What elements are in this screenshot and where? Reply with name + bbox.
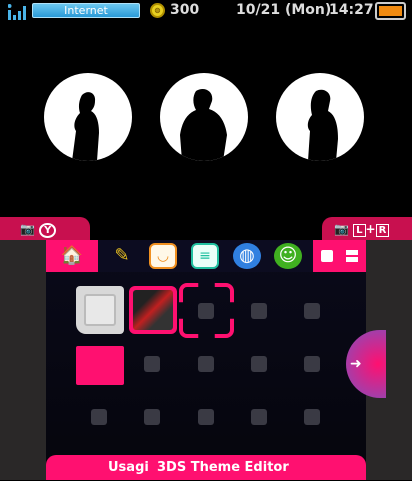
face-icon[interactable]: ◡ — [149, 243, 177, 269]
empty-slot[interactable] — [91, 409, 107, 425]
connection-status: Internet — [32, 3, 140, 18]
l-button-label: L — [353, 224, 366, 237]
clock: 14:27 — [329, 2, 374, 18]
silhouette-2 — [160, 73, 248, 161]
app-title: 3DS Theme Editor — [157, 460, 289, 475]
coin-count: 300 — [170, 2, 200, 18]
notes-icon[interactable]: ✎ — [108, 243, 136, 269]
empty-slot[interactable] — [144, 409, 160, 425]
empty-slot[interactable] — [251, 409, 267, 425]
empty-slot[interactable] — [144, 356, 160, 372]
empty-slot[interactable] — [304, 356, 320, 372]
r-button-label: R — [375, 224, 390, 237]
home-settings-icon[interactable]: 🏠 — [46, 240, 98, 272]
left-border — [0, 240, 46, 480]
user-name: Usagi — [108, 460, 149, 475]
folder[interactable] — [76, 346, 124, 385]
view-toggle[interactable] — [313, 240, 366, 272]
grid-view-icon[interactable] — [346, 250, 358, 262]
plus-label: + — [365, 222, 376, 236]
large-view-icon[interactable] — [321, 250, 333, 262]
y-button-label: Y — [39, 223, 57, 238]
signal-icon — [8, 4, 26, 20]
date: 10/21 (Mon) — [236, 2, 332, 18]
silhouette-3 — [276, 73, 364, 161]
friends-icon[interactable]: ☺ — [274, 243, 302, 269]
status-bar: Internet ⊜ 300 10/21 (Mon) 14:27 — [0, 0, 412, 24]
chat-icon[interactable]: ≡ — [191, 243, 219, 269]
globe-icon[interactable]: ◍ — [233, 243, 261, 269]
play-coin-icon: ⊜ — [150, 3, 165, 18]
empty-slot[interactable] — [198, 409, 214, 425]
photo-app[interactable] — [129, 286, 177, 334]
bottom-bar: Usagi 3DS Theme Editor — [46, 455, 366, 480]
empty-slot[interactable] — [198, 303, 214, 319]
empty-slot[interactable] — [198, 356, 214, 372]
battery-icon — [375, 2, 406, 20]
empty-slot[interactable] — [304, 303, 320, 319]
game-card[interactable] — [76, 286, 124, 334]
silhouette-1 — [44, 73, 132, 161]
camera-lr-tab[interactable]: 📷 L + R — [322, 217, 412, 241]
empty-slot[interactable] — [251, 356, 267, 372]
empty-slot[interactable] — [251, 303, 267, 319]
camera-shortcut-tab[interactable]: 📷 Y — [0, 217, 90, 241]
empty-slot[interactable] — [304, 409, 320, 425]
